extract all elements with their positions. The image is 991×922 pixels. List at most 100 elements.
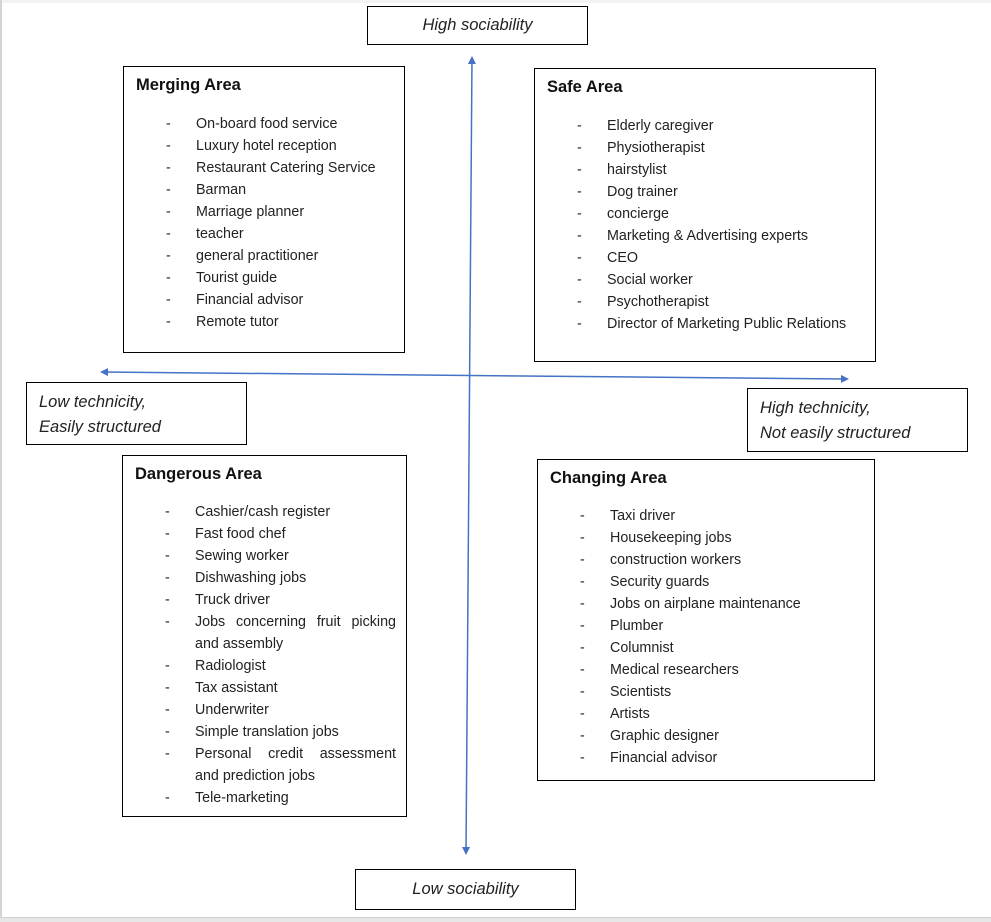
bullet-dash: - [580, 530, 585, 546]
list-item: - hairstylist [535, 159, 865, 181]
list-item-text: Marriage planner [196, 204, 305, 220]
list-item-text: Security guards [610, 574, 710, 590]
list-item-text: Dog trainer [607, 184, 678, 200]
bullet-dash: - [577, 316, 582, 332]
list-item-text: Barman [196, 182, 247, 198]
list-item-text: Plumber [610, 618, 664, 634]
bullet-dash: - [577, 272, 582, 288]
bullet-dash: - [166, 116, 171, 132]
list-item: - Scientists [538, 681, 864, 703]
bullet-dash: - [166, 248, 171, 264]
bullet-dash: - [577, 206, 582, 222]
list-item-text: Artists [610, 706, 650, 722]
safe-area-title: Safe Area [547, 78, 623, 96]
list-item-text: Sewing worker [195, 548, 289, 564]
list-item: - general practitioner [124, 245, 394, 267]
bullet-dash: - [580, 640, 585, 656]
bullet-dash: - [165, 658, 170, 674]
low-sociability-text: Low sociability [412, 880, 519, 898]
list-item: - Cashier/cash register [123, 501, 396, 523]
bullet-dash: - [165, 724, 170, 740]
bullet-dash: - [580, 596, 585, 612]
list-item-text: Housekeeping jobs [610, 530, 732, 546]
bullet-dash: - [165, 614, 170, 630]
bullet-dash: - [580, 750, 585, 766]
list-item-text: Social worker [607, 272, 693, 288]
list-item: - On-board food service [124, 113, 394, 135]
list-item: - Psychotherapist [535, 291, 865, 313]
list-item-text: Truck driver [195, 592, 270, 608]
list-item-text: Jobs concerning fruit picking and assemb… [195, 614, 396, 652]
list-item-text: Columnist [610, 640, 674, 656]
bullet-dash: - [166, 204, 171, 220]
merging-area-box: Merging Area - On-board food service - Luxu… [123, 66, 405, 353]
list-item: - Plumber [538, 615, 864, 637]
list-item: - Tele-marketing [123, 787, 396, 809]
changing-area-list: - Taxi driver - Housekeeping jobs - construct… [538, 505, 864, 769]
list-item-text: Underwriter [195, 702, 269, 718]
list-item: - Sewing worker [123, 545, 396, 567]
merging-area-title: Merging Area [136, 76, 241, 94]
bullet-dash: - [165, 680, 170, 696]
bullet-dash: - [577, 250, 582, 266]
list-item: - Luxury hotel reception [124, 135, 394, 157]
changing-area-box: Changing Area - Taxi driver - Housekeeping … [537, 459, 875, 781]
low-technicity-line-2: Easily structured [39, 418, 161, 436]
list-item: - Physiotherapist [535, 137, 865, 159]
list-item-text: Graphic designer [610, 728, 719, 744]
list-item: - construction workers [538, 549, 864, 571]
list-item-text: Taxi driver [610, 508, 676, 524]
bullet-dash: - [166, 314, 171, 330]
safe-area-box: Safe Area - Elderly caregiver - Physiothera… [534, 68, 876, 362]
list-item-text: Simple translation jobs [195, 724, 339, 740]
list-item: - Marketing & Advertising experts [535, 225, 865, 247]
list-item-text: Jobs on airplane maintenance [610, 596, 801, 612]
list-item: - Security guards [538, 571, 864, 593]
list-item: - Jobs on airplane maintenance [538, 593, 864, 615]
list-item: - teacher [124, 223, 394, 245]
list-item: - Underwriter [123, 699, 396, 721]
bullet-dash: - [166, 182, 171, 198]
list-item-text: Dishwashing jobs [195, 570, 307, 586]
high-technicity-label: High technicity, Not easily structured [747, 388, 968, 452]
bullet-dash: - [165, 548, 170, 564]
list-item-text: Remote tutor [196, 314, 279, 330]
high-technicity-line-1: High technicity, [760, 399, 871, 417]
list-item: - CEO [535, 247, 865, 269]
list-item: - Taxi driver [538, 505, 864, 527]
list-item-text: Physiotherapist [607, 140, 705, 156]
list-item-text: Elderly caregiver [607, 118, 714, 134]
list-item: - Jobs concerning fruit picking and assem… [123, 611, 396, 655]
bullet-dash: - [166, 292, 171, 308]
list-item: - Housekeeping jobs [538, 527, 864, 549]
list-item: - Graphic designer [538, 725, 864, 747]
list-item: - concierge [535, 203, 865, 225]
bullet-dash: - [165, 570, 170, 586]
bullet-dash: - [580, 552, 585, 568]
list-item-text: Personal credit assessment and predictio… [195, 746, 396, 784]
list-item-text: Cashier/cash register [195, 504, 331, 520]
list-item: - Marriage planner [124, 201, 394, 223]
bullet-dash: - [166, 138, 171, 154]
list-item: - Radiologist [123, 655, 396, 677]
bullet-dash: - [580, 728, 585, 744]
horizontal-axis-technicity [100, 368, 849, 383]
list-item-text: Tourist guide [196, 270, 278, 286]
list-item: - Medical researchers [538, 659, 864, 681]
list-item-text: Scientists [610, 684, 672, 700]
bullet-dash: - [580, 706, 585, 722]
bullet-dash: - [580, 618, 585, 634]
list-item: - Tax assistant [123, 677, 396, 699]
bullet-dash: - [166, 160, 171, 176]
bullet-dash: - [166, 226, 171, 242]
list-item: - Barman [124, 179, 394, 201]
bullet-dash: - [165, 746, 170, 762]
bullet-dash: - [580, 684, 585, 700]
bullet-dash: - [165, 702, 170, 718]
list-item: - Financial advisor [538, 747, 864, 769]
list-item-text: concierge [607, 206, 669, 222]
list-item: - Restaurant Catering Service [124, 157, 394, 179]
low-technicity-line-1: Low technicity, [39, 393, 146, 411]
list-item: - Simple translation jobs [123, 721, 396, 743]
safe-area-list: - Elderly caregiver - Physiotherapist - hairs… [535, 115, 865, 335]
